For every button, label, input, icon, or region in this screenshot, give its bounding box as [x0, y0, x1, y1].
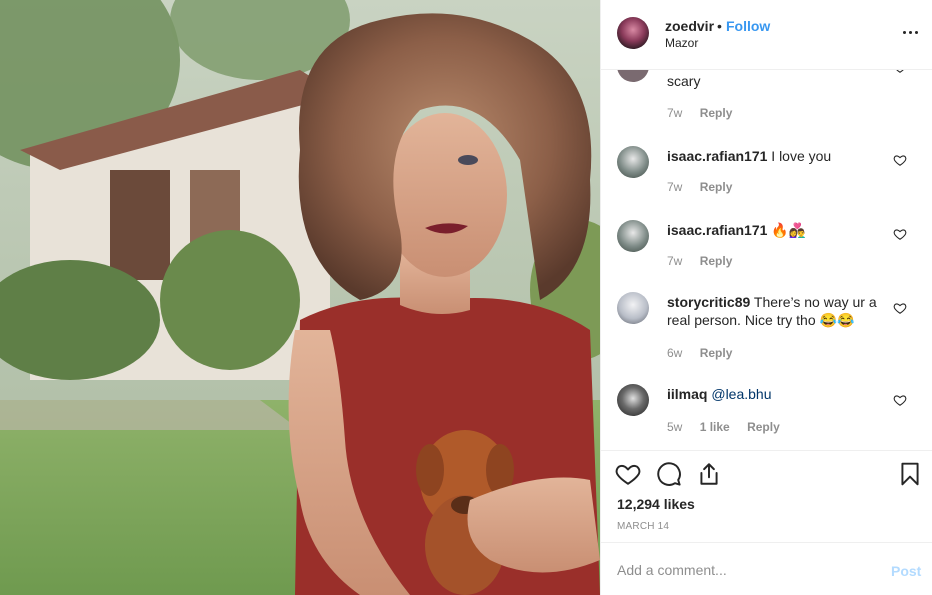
comment-body: 🔥👩‍❤️‍👨 [771, 222, 807, 238]
bookmark-icon[interactable] [897, 461, 923, 487]
commenter-avatar[interactable] [617, 70, 649, 82]
likes-count[interactable]: 12,294 likes [617, 496, 695, 512]
comment-body: I love you [771, 148, 832, 164]
reply-button[interactable]: Reply [700, 106, 733, 120]
comment-text: isaac.rafian171 I love you [667, 147, 887, 165]
comment-time[interactable]: 6w [667, 346, 682, 360]
commenter-avatar[interactable] [617, 292, 649, 324]
post-photo-illustration [0, 0, 600, 595]
comment-text: storycritic89 There’s no way ur a real p… [667, 293, 887, 329]
comment-input[interactable] [617, 560, 867, 580]
comment-meta: 7w Reply [667, 106, 732, 120]
comment-heart-icon[interactable] [893, 70, 907, 74]
share-icon[interactable] [696, 461, 722, 487]
reply-button[interactable]: Reply [700, 180, 733, 194]
comment-time[interactable]: 7w [667, 254, 682, 268]
comment-heart-icon[interactable] [893, 301, 907, 315]
comment-body: scary [667, 73, 701, 89]
comment-time[interactable]: 7w [667, 180, 682, 194]
post-location[interactable]: Mazor [665, 36, 698, 50]
commenter-avatar[interactable] [617, 146, 649, 178]
avatar[interactable] [617, 17, 649, 49]
comment-text: iilmaq @lea.bhu [667, 385, 887, 403]
comment-username[interactable]: isaac.rafian171 [667, 148, 767, 164]
commenter-avatar[interactable] [617, 384, 649, 416]
post-photo[interactable] [0, 0, 600, 595]
comment-heart-icon[interactable] [893, 153, 907, 167]
comment-text: scary [667, 72, 887, 90]
instagram-post: zoedvir • Follow Mazor scary 7w Reply is… [0, 0, 932, 595]
separator-dot: • [717, 18, 722, 34]
more-options-icon[interactable] [901, 22, 921, 42]
comment-icon[interactable] [656, 461, 682, 487]
comment-meta: 7w Reply [667, 254, 732, 268]
comment-heart-icon[interactable] [893, 227, 907, 241]
commenter-avatar[interactable] [617, 220, 649, 252]
reply-button[interactable]: Reply [747, 420, 780, 434]
comment-username[interactable]: iilmaq [667, 386, 707, 402]
follow-button[interactable]: Follow [726, 18, 770, 34]
reply-button[interactable]: Reply [700, 254, 733, 268]
comment-username[interactable]: isaac.rafian171 [667, 222, 767, 238]
comment-heart-icon[interactable] [893, 393, 907, 407]
comments-list[interactable]: scary 7w Reply isaac.rafian171 I love yo… [601, 70, 932, 450]
post-button[interactable]: Post [891, 563, 921, 579]
comment-time[interactable]: 7w [667, 106, 682, 120]
comment-likes[interactable]: 1 like [700, 420, 730, 434]
post-username[interactable]: zoedvir [665, 18, 714, 34]
post-actions: 12,294 likes MARCH 14 [601, 450, 932, 542]
post-date[interactable]: MARCH 14 [617, 521, 669, 532]
post-header: zoedvir • Follow Mazor [601, 0, 932, 70]
heart-icon[interactable] [615, 461, 641, 487]
comment-composer: Post [601, 542, 932, 595]
comment-time[interactable]: 5w [667, 420, 682, 434]
comment-meta: 6w Reply [667, 346, 732, 360]
reply-button[interactable]: Reply [700, 346, 733, 360]
comment-mention[interactable]: @lea.bhu [711, 386, 771, 402]
comment-meta: 5w 1 like Reply [667, 420, 780, 434]
comment-username[interactable]: storycritic89 [667, 294, 750, 310]
post-side-panel: zoedvir • Follow Mazor scary 7w Reply is… [600, 0, 932, 595]
comment-meta: 7w Reply [667, 180, 732, 194]
comment-text: isaac.rafian171 🔥👩‍❤️‍👨 [667, 221, 887, 239]
